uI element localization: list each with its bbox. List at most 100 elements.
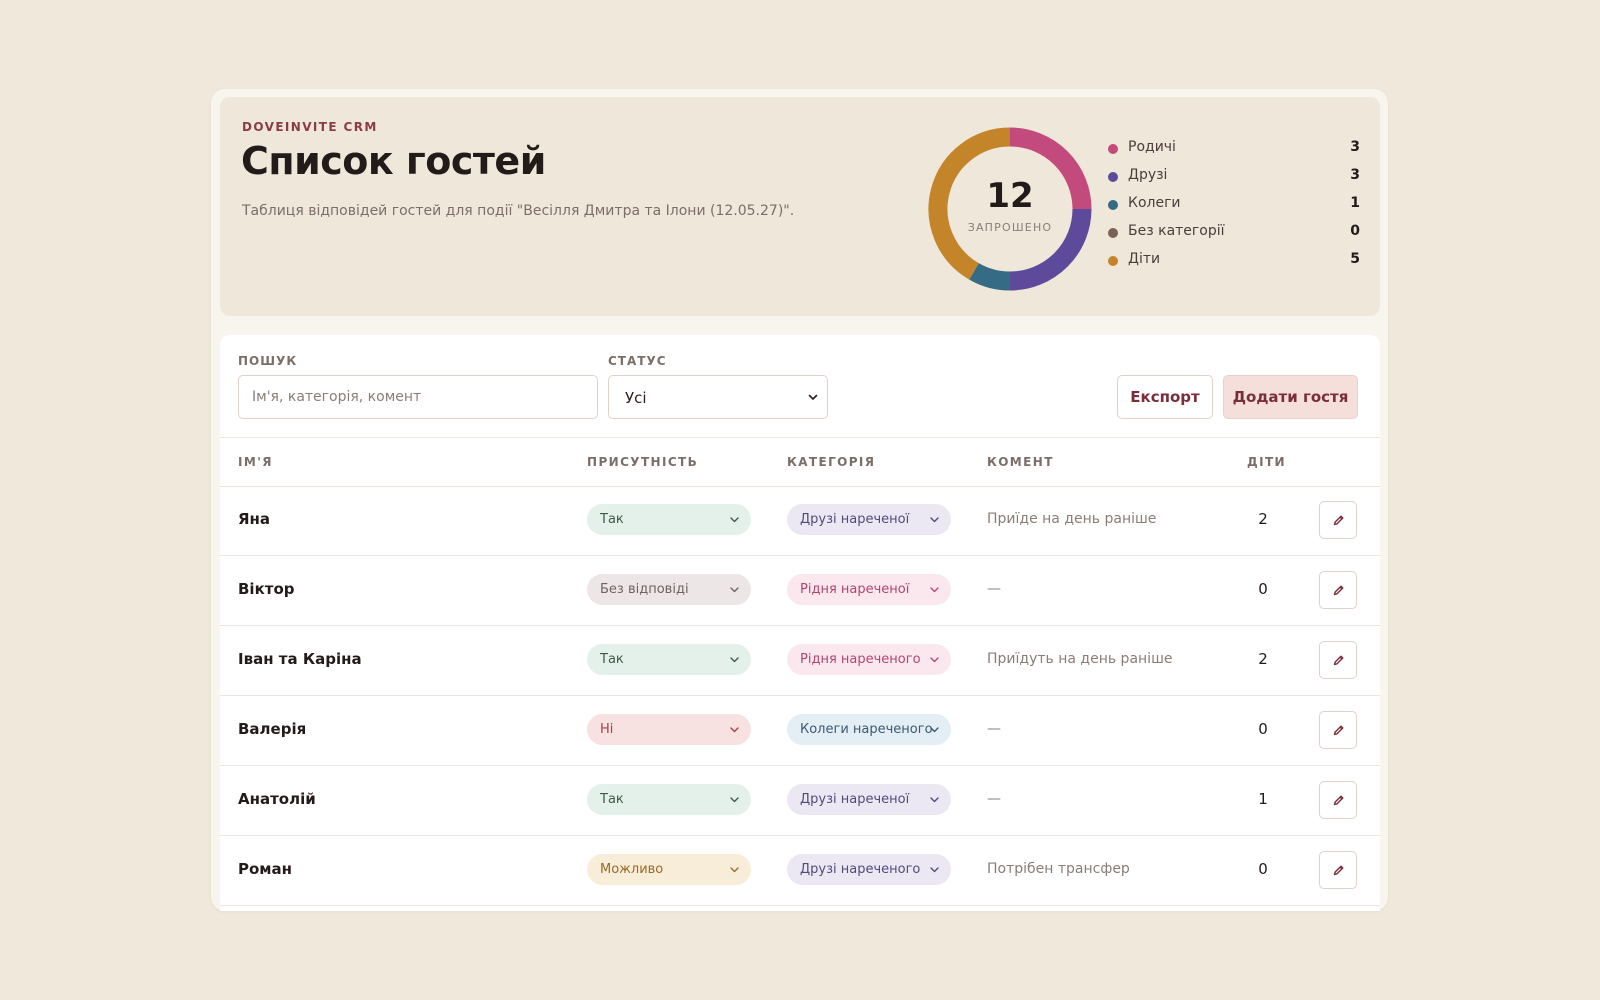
guest-list-card: DOVEINVITE CRM Список гостей Таблиця від… xyxy=(211,89,1388,911)
chevron-down-icon xyxy=(930,797,939,803)
guest-name: Роман xyxy=(238,860,293,878)
attendance-select[interactable]: Так xyxy=(587,784,751,815)
donut-center: 12 ЗАПРОШЕНО xyxy=(925,124,1095,294)
legend-label: Без категорії xyxy=(1128,223,1225,239)
table-row: Іван та Каріна Так Рідня нареченого Приї… xyxy=(220,625,1380,696)
category-legend: Родичі 3 Друзі 3 Колеги 1 Без категорії … xyxy=(1108,137,1360,277)
invited-total: 12 xyxy=(986,176,1034,216)
attendance-value: Можливо xyxy=(600,862,664,877)
status-label: СТАТУС xyxy=(608,354,667,368)
invited-total-label: ЗАПРОШЕНО xyxy=(967,221,1053,234)
guest-comment: Потрібен трансфер xyxy=(987,861,1130,877)
guest-comment: — xyxy=(987,721,1001,737)
chevron-down-icon xyxy=(730,727,739,733)
table-row: Яна Так Друзі нареченої Приїде на день р… xyxy=(220,485,1380,556)
legend-count: 1 xyxy=(1350,195,1360,211)
page-subtitle: Таблиця відповідей гостей для події "Вес… xyxy=(242,203,795,219)
column-header-name: ІМ'Я xyxy=(238,455,273,469)
attendance-value: Так xyxy=(600,512,624,527)
status-value: Усі xyxy=(625,389,647,407)
chevron-down-icon xyxy=(930,727,939,733)
chevron-down-icon xyxy=(930,587,939,593)
edit-guest-button[interactable] xyxy=(1319,851,1357,889)
guest-name: Іван та Каріна xyxy=(238,650,362,668)
category-select[interactable]: Друзі нареченого xyxy=(787,854,951,885)
legend-dot xyxy=(1108,228,1118,238)
brand-label: DOVEINVITE CRM xyxy=(242,120,378,134)
attendance-select[interactable]: Так xyxy=(587,644,751,675)
legend-item-family: Родичі 3 xyxy=(1108,137,1360,165)
summary-header: DOVEINVITE CRM Список гостей Таблиця від… xyxy=(220,97,1380,316)
invited-donut-chart: 12 ЗАПРОШЕНО xyxy=(925,124,1095,294)
legend-count: 5 xyxy=(1350,251,1360,267)
search-input[interactable] xyxy=(238,375,598,419)
legend-dot xyxy=(1108,144,1118,154)
search-label: ПОШУК xyxy=(238,354,298,368)
legend-label: Друзі xyxy=(1128,167,1168,183)
status-select[interactable]: Усі xyxy=(608,375,828,419)
kids-count: 0 xyxy=(1258,580,1268,598)
category-value: Друзі нареченої xyxy=(800,512,910,527)
kids-count: 2 xyxy=(1258,510,1268,528)
column-header-category: КАТЕГОРІЯ xyxy=(787,455,876,469)
legend-label: Колеги xyxy=(1128,195,1181,211)
attendance-select[interactable]: Так xyxy=(587,504,751,535)
guest-name: Валерія xyxy=(238,720,307,738)
pencil-icon xyxy=(1333,725,1344,736)
attendance-select[interactable]: Без відповіді xyxy=(587,574,751,605)
attendance-select[interactable]: Ні xyxy=(587,714,751,745)
pencil-icon xyxy=(1333,655,1344,666)
kids-count: 2 xyxy=(1258,650,1268,668)
category-select[interactable]: Колеги нареченого xyxy=(787,714,951,745)
category-value: Друзі нареченої xyxy=(800,792,910,807)
legend-count: 0 xyxy=(1350,223,1360,239)
legend-dot xyxy=(1108,200,1118,210)
legend-label: Діти xyxy=(1128,251,1161,267)
chevron-down-icon xyxy=(730,657,739,663)
legend-item-children: Діти 5 xyxy=(1108,249,1360,277)
chevron-down-icon xyxy=(930,517,939,523)
kids-count: 1 xyxy=(1258,790,1268,808)
pencil-icon xyxy=(1333,865,1344,876)
column-header-attendance: ПРИСУТНІСТЬ xyxy=(587,455,699,469)
legend-count: 3 xyxy=(1350,167,1360,183)
category-value: Рідня нареченого xyxy=(800,652,921,667)
category-select[interactable]: Друзі нареченої xyxy=(787,784,951,815)
edit-guest-button[interactable] xyxy=(1319,711,1357,749)
category-value: Друзі нареченого xyxy=(800,862,921,877)
table-row: Анатолій Так Друзі нареченої — 1 xyxy=(220,765,1380,836)
legend-item-uncategorized: Без категорії 0 xyxy=(1108,221,1360,249)
table-row: Роман Можливо Друзі нареченого Потрібен … xyxy=(220,835,1380,906)
attendance-select[interactable]: Можливо xyxy=(587,854,751,885)
chevron-down-icon xyxy=(730,797,739,803)
pencil-icon xyxy=(1333,585,1344,596)
edit-guest-button[interactable] xyxy=(1319,571,1357,609)
export-button[interactable]: Експорт xyxy=(1117,375,1213,419)
edit-guest-button[interactable] xyxy=(1319,501,1357,539)
edit-guest-button[interactable] xyxy=(1319,641,1357,679)
guest-name: Анатолій xyxy=(238,790,316,808)
attendance-value: Без відповіді xyxy=(600,582,689,597)
guest-comment: — xyxy=(987,791,1001,807)
chevron-down-icon xyxy=(930,867,939,873)
legend-dot xyxy=(1108,172,1118,182)
legend-item-friends: Друзі 3 xyxy=(1108,165,1360,193)
legend-label: Родичі xyxy=(1128,139,1176,155)
guest-table-panel: ПОШУК СТАТУС Усі Експорт Додати гостя ІМ… xyxy=(220,335,1380,911)
edit-guest-button[interactable] xyxy=(1319,781,1357,819)
kids-count: 0 xyxy=(1258,860,1268,878)
pencil-icon xyxy=(1333,795,1344,806)
column-header-comment: КОМЕНТ xyxy=(987,455,1054,469)
column-header-kids: ДІТИ xyxy=(1247,455,1286,469)
category-value: Колеги нареченого xyxy=(800,722,933,737)
chevron-down-icon xyxy=(808,394,818,400)
category-select[interactable]: Друзі нареченої xyxy=(787,504,951,535)
category-select[interactable]: Рідня нареченої xyxy=(787,574,951,605)
category-value: Рідня нареченої xyxy=(800,582,910,597)
category-select[interactable]: Рідня нареченого xyxy=(787,644,951,675)
guest-comment: Приїдуть на день раніше xyxy=(987,651,1173,667)
attendance-value: Так xyxy=(600,652,624,667)
pencil-icon xyxy=(1333,515,1344,526)
legend-dot xyxy=(1108,256,1118,266)
add-guest-button[interactable]: Додати гостя xyxy=(1223,375,1358,419)
